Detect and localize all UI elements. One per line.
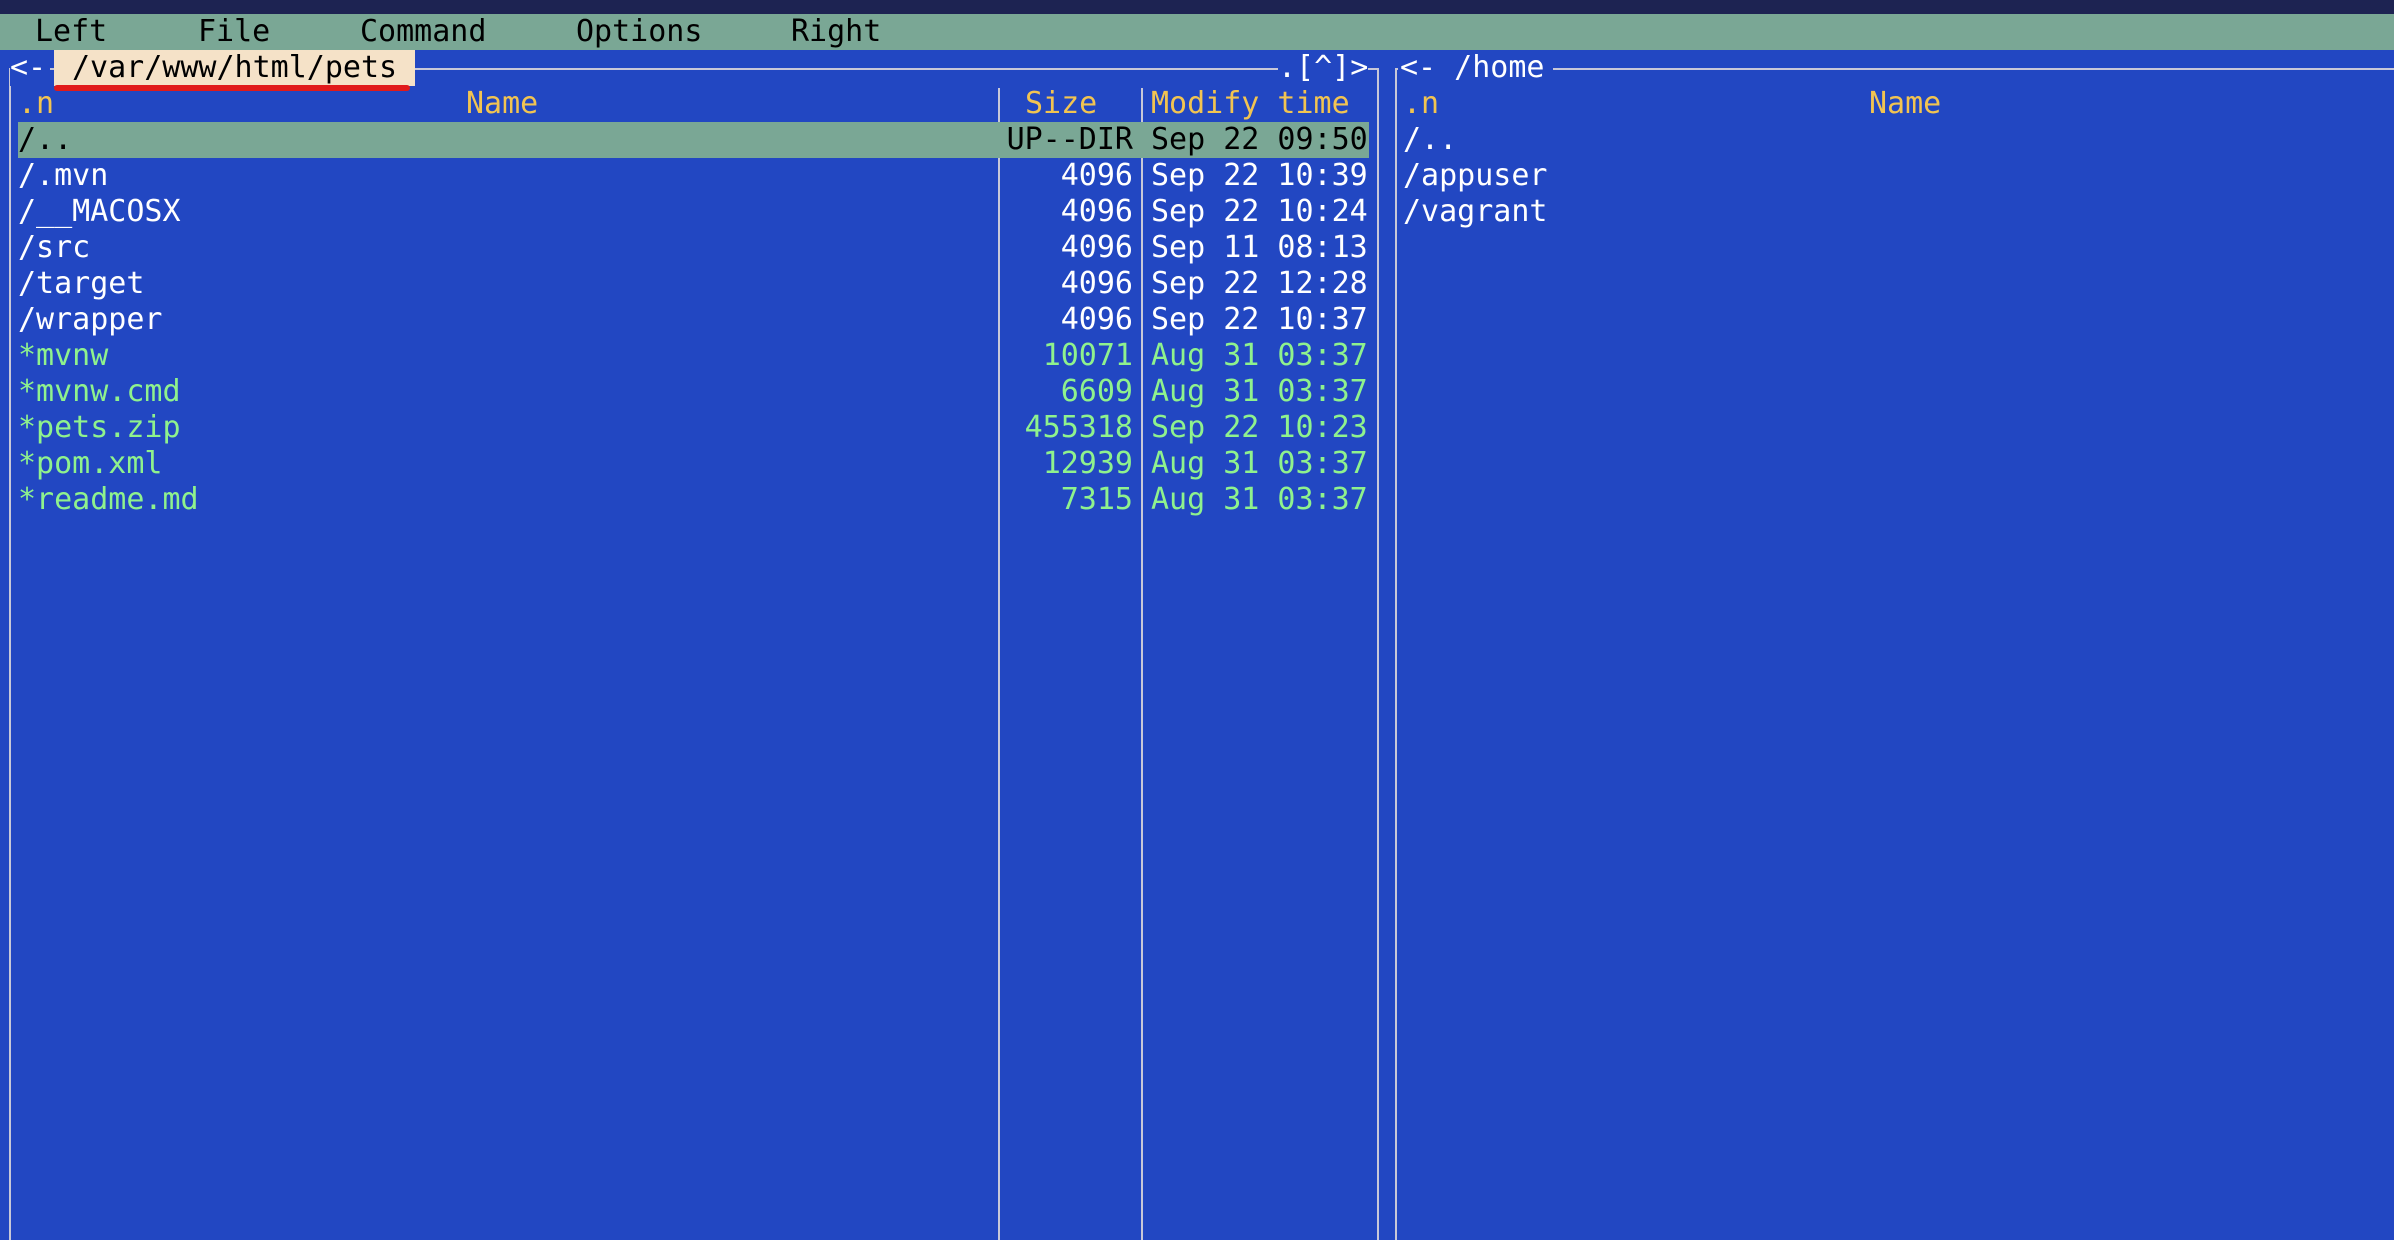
menu-file[interactable]: File xyxy=(198,14,270,50)
right-panel-title[interactable]: <- /home xyxy=(1398,50,1553,86)
file-name: /target xyxy=(18,266,145,301)
menu-left[interactable]: Left xyxy=(35,14,107,50)
file-size: 10071 xyxy=(1042,338,1133,373)
left-panel-title-prefix: <- xyxy=(10,50,51,86)
file-mtime: Aug 31 03:37 xyxy=(1151,446,1368,481)
menu-options[interactable]: Options xyxy=(576,14,702,50)
left-panel-left-border xyxy=(9,68,11,1240)
left-header-name[interactable]: Name xyxy=(466,86,538,122)
file-mtime: Aug 31 03:37 xyxy=(1151,482,1368,517)
left-panel-path-underline xyxy=(54,85,410,91)
left-col-sep-name-size xyxy=(998,88,1000,1240)
right-header-name[interactable]: Name xyxy=(1869,86,1941,122)
right-panel-left-border xyxy=(1395,68,1397,1240)
left-panel-path[interactable]: /var/www/html/pets xyxy=(54,50,416,86)
left-header-size[interactable]: Size xyxy=(1025,86,1097,122)
list-item[interactable]: /vagrant xyxy=(1403,194,1548,230)
file-name: *mvnw.cmd xyxy=(18,374,181,409)
file-size: 12939 xyxy=(1042,446,1133,481)
file-mtime: Sep 11 08:13 xyxy=(1151,230,1368,265)
file-name: /src xyxy=(18,230,91,265)
file-size: 4096 xyxy=(1060,302,1133,337)
file-size: 455318 xyxy=(1024,410,1133,445)
file-size: 4096 xyxy=(1060,158,1133,193)
file-mtime: Sep 22 09:50 xyxy=(1151,122,1368,157)
file-name: *pom.xml xyxy=(18,446,163,481)
file-name: *pets.zip xyxy=(18,410,181,445)
file-name: /.mvn xyxy=(18,158,109,193)
file-mtime: Sep 22 12:28 xyxy=(1151,266,1368,301)
list-item[interactable]: /appuser xyxy=(1403,158,1548,194)
file-mtime: Aug 31 03:37 xyxy=(1151,374,1368,409)
file-size: 7315 xyxy=(1060,482,1133,517)
file-size: 4096 xyxy=(1060,230,1133,265)
left-panel-controls[interactable]: .[^]> xyxy=(1278,50,1369,86)
file-name: /wrapper xyxy=(18,302,163,337)
file-name: *readme.md xyxy=(18,482,199,517)
file-manager-screen: <- /var/www/html/pets .[^]> .n Name Size… xyxy=(0,50,2394,1240)
file-size: 6609 xyxy=(1060,374,1133,409)
left-sort-indicator[interactable]: .n xyxy=(18,86,54,122)
window-top-strip xyxy=(0,0,2394,14)
file-size: 4096 xyxy=(1060,266,1133,301)
menubar: Left File Command Options Right xyxy=(0,14,2394,50)
file-mtime: Aug 31 03:37 xyxy=(1151,338,1368,373)
file-size: 4096 xyxy=(1060,194,1133,229)
left-col-sep-size-mtime xyxy=(1141,88,1143,1240)
list-item[interactable]: /.. xyxy=(1403,122,1457,158)
file-size: UP--DIR xyxy=(1006,122,1133,157)
menu-right[interactable]: Right xyxy=(791,14,881,50)
file-mtime: Sep 22 10:23 xyxy=(1151,410,1368,445)
file-mtime: Sep 22 10:37 xyxy=(1151,302,1368,337)
file-name: /__MACOSX xyxy=(18,194,181,229)
file-name: /.. xyxy=(18,122,73,157)
menu-command[interactable]: Command xyxy=(360,14,486,50)
file-mtime: Sep 22 10:39 xyxy=(1151,158,1368,193)
right-sort-indicator[interactable]: .n xyxy=(1403,86,1439,122)
left-panel-right-border xyxy=(1377,68,1379,1240)
file-name: *mvnw xyxy=(18,338,109,373)
left-header-mtime[interactable]: Modify time xyxy=(1151,86,1350,122)
file-mtime: Sep 22 10:24 xyxy=(1151,194,1368,229)
